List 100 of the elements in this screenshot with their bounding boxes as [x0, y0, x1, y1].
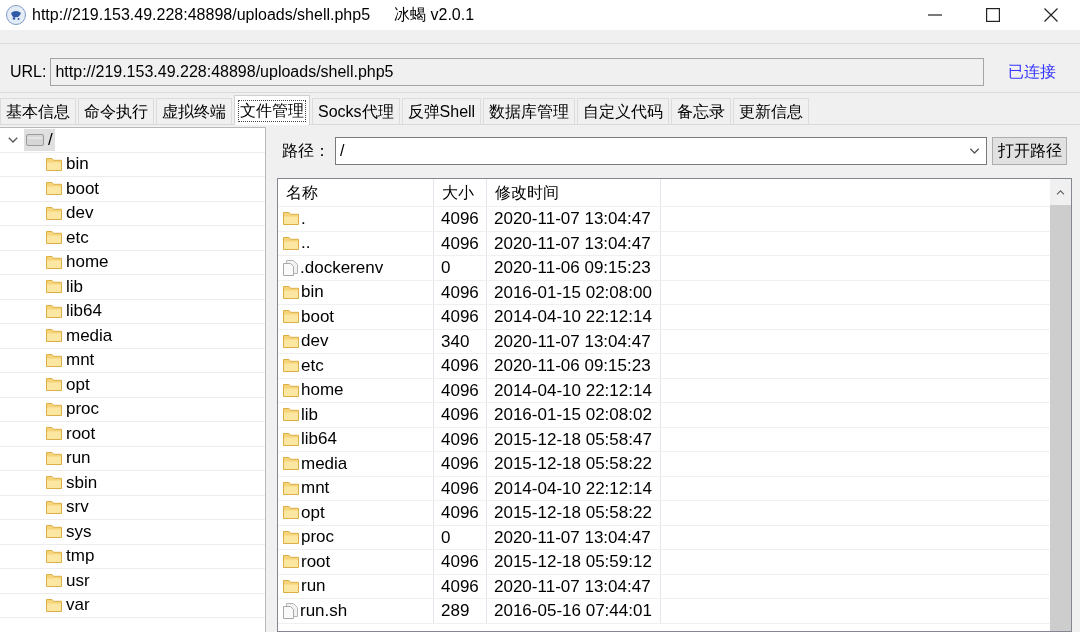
folder-icon — [283, 383, 299, 397]
close-icon[interactable] — [1044, 8, 1058, 22]
file-name: lib — [301, 404, 318, 425]
file-size: 4096 — [434, 280, 487, 304]
tab[interactable]: 命令执行 — [78, 98, 154, 124]
modified-time: 2015-12-18 05:58:22 — [487, 452, 661, 476]
file-name: boot — [301, 306, 335, 327]
path-combobox[interactable]: / — [335, 137, 987, 165]
folder-icon — [283, 310, 299, 324]
url-field[interactable]: http://219.153.49.228:48898/uploads/shell.php5 — [50, 58, 985, 86]
file-size: 4096 — [434, 354, 487, 378]
connection-status: 已连接 — [1008, 62, 1057, 82]
tab[interactable]: 备忘录 — [671, 98, 732, 124]
folder-icon — [46, 182, 62, 196]
tree-item[interactable]: lib64 — [44, 300, 104, 323]
file-size: 0 — [434, 256, 487, 280]
file-size: 289 — [434, 599, 487, 623]
tab[interactable]: 虚拟终端 — [156, 98, 232, 124]
tree-item[interactable]: var — [44, 594, 92, 617]
tree-item[interactable]: media — [44, 324, 115, 347]
tab[interactable]: 自定义代码 — [577, 98, 670, 124]
folder-icon — [46, 402, 62, 416]
tree-item[interactable]: sbin — [44, 471, 100, 494]
file-size: 4096 — [434, 452, 487, 476]
folder-icon — [46, 476, 62, 490]
tab[interactable]: 文件管理 — [234, 95, 310, 125]
folder-icon — [46, 255, 62, 269]
file-name: root — [301, 551, 331, 572]
file-name: run.sh — [300, 600, 348, 621]
folder-icon — [283, 579, 299, 593]
tree-item[interactable]: opt — [44, 373, 92, 396]
url-label: URL: — [10, 62, 47, 82]
folder-icon — [46, 598, 62, 612]
app-logo-icon — [6, 5, 26, 25]
tree-item[interactable]: tmp — [44, 545, 97, 568]
folder-icon — [46, 329, 62, 343]
modified-time: 2020-11-06 09:15:23 — [487, 354, 661, 378]
path-label: 路径： — [282, 141, 330, 161]
file-size: 4096 — [434, 476, 487, 500]
tree-item[interactable]: dev — [44, 202, 96, 225]
folder-icon — [46, 500, 62, 514]
tree-item[interactable]: etc — [44, 226, 91, 249]
tree-item[interactable]: lib — [44, 275, 85, 298]
folder-icon — [46, 231, 62, 245]
scrollbar-thumb[interactable] — [1050, 205, 1071, 631]
tree-item[interactable]: / — [24, 128, 55, 151]
tab[interactable]: 更新信息 — [733, 98, 810, 124]
tab[interactable]: 基本信息 — [0, 98, 76, 124]
file-size: 4096 — [434, 305, 487, 329]
folder-icon — [283, 506, 299, 520]
column-header[interactable]: 名称 — [278, 179, 434, 206]
file-size: 4096 — [434, 403, 487, 427]
folder-icon — [283, 285, 299, 299]
scroll-up-icon[interactable] — [1056, 189, 1065, 195]
modified-time: 2020-11-07 13:04:47 — [487, 207, 661, 231]
tree-item[interactable]: bin — [44, 153, 91, 176]
file-size: 4096 — [434, 427, 487, 451]
file-name: home — [301, 380, 344, 401]
file-size: 0 — [434, 525, 487, 549]
folder-icon — [46, 451, 62, 465]
folder-icon — [283, 334, 299, 348]
folder-icon — [46, 574, 62, 588]
tab[interactable]: 反弹Shell — [401, 98, 482, 124]
tree-item[interactable]: proc — [44, 398, 102, 421]
tree-item[interactable]: run — [44, 447, 93, 470]
file-name: run — [301, 576, 326, 597]
folder-icon — [46, 427, 62, 441]
file-name: . — [301, 208, 306, 229]
tree-item[interactable]: srv — [44, 496, 91, 519]
modified-time: 2014-04-10 22:12:14 — [487, 378, 661, 402]
file-name: bin — [301, 282, 324, 303]
file-size: 4096 — [434, 501, 487, 525]
file-name: .. — [301, 233, 311, 254]
modified-time: 2014-04-10 22:12:14 — [487, 476, 661, 500]
column-header[interactable]: 大小 — [434, 179, 487, 206]
folder-icon — [46, 525, 62, 539]
tree-item[interactable]: sys — [44, 520, 94, 543]
window-title: http://219.153.49.228:48898/uploads/shell.php5 — [32, 5, 371, 25]
tree-item[interactable]: usr — [44, 569, 92, 592]
tree-item[interactable]: mnt — [44, 349, 97, 372]
tree-item[interactable]: root — [44, 422, 98, 445]
modified-time: 2020-11-07 13:04:47 — [487, 525, 661, 549]
folder-icon — [283, 555, 299, 569]
file-size: 4096 — [434, 231, 487, 255]
file-size: 4096 — [434, 207, 487, 231]
tab[interactable]: Socks代理 — [312, 98, 400, 124]
open-path-button[interactable]: 打开路径 — [992, 137, 1067, 165]
tree-item[interactable]: boot — [44, 177, 102, 200]
tab[interactable]: 数据库管理 — [483, 98, 576, 124]
column-header[interactable]: 修改时间 — [487, 179, 661, 206]
tree-item[interactable]: home — [44, 251, 111, 274]
modified-time: 2016-05-16 07:44:01 — [487, 599, 661, 623]
maximize-icon[interactable] — [986, 8, 1000, 22]
chevron-down-icon[interactable] — [969, 148, 980, 154]
modified-time: 2014-04-10 22:12:14 — [487, 305, 661, 329]
chevron-down-icon[interactable] — [8, 136, 18, 143]
folder-icon — [283, 408, 299, 422]
folder-icon — [46, 280, 62, 294]
file-name: etc — [301, 355, 324, 376]
file-name: dev — [301, 331, 329, 352]
